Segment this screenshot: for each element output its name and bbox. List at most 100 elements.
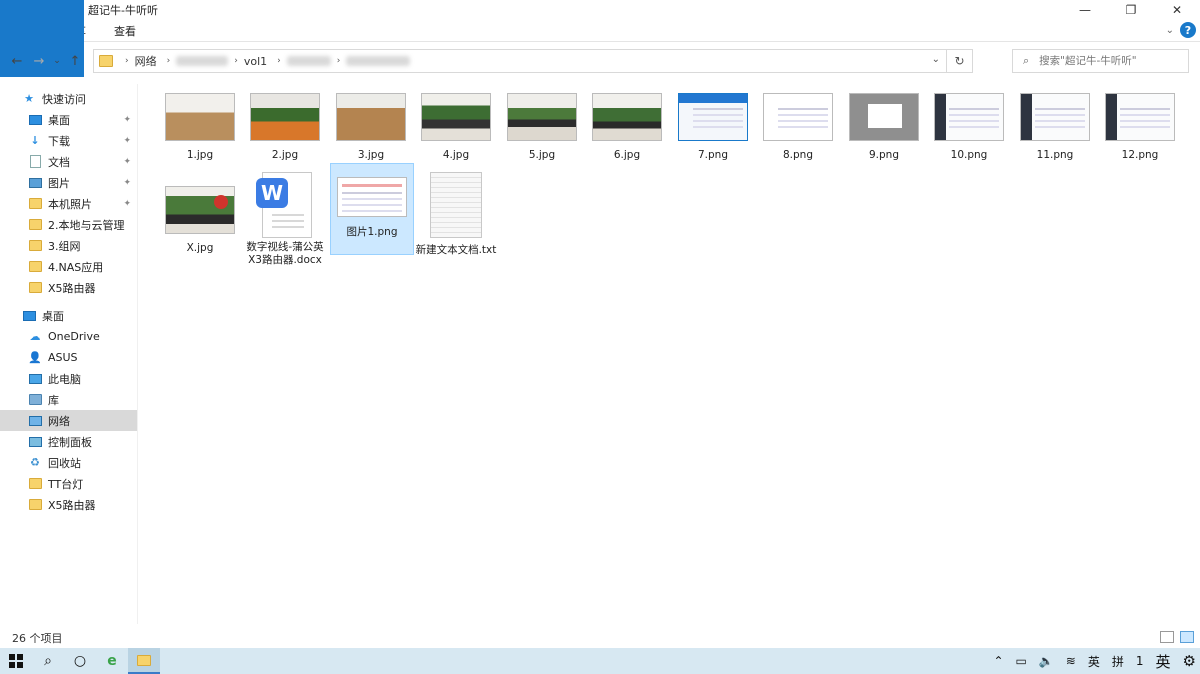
file-item[interactable]: 7.png [671, 88, 755, 180]
cortana-icon[interactable]: ○ [64, 648, 96, 674]
item-count: 26 个项目 [12, 632, 63, 645]
settings-gear-icon[interactable]: ⚙ [1183, 652, 1196, 670]
chevron-right-icon[interactable]: › [125, 56, 129, 66]
sidebar-item-x5-router-root[interactable]: X5路由器 [0, 494, 137, 515]
file-item[interactable]: 9.png [842, 88, 926, 180]
help-icon[interactable]: ? [1180, 22, 1196, 38]
windows-icon [9, 654, 23, 668]
sidebar-item-network[interactable]: 网络 [0, 410, 137, 431]
image-thumbnail [250, 93, 320, 141]
file-item[interactable]: 10.png [927, 88, 1011, 180]
file-item[interactable]: 2.jpg [243, 88, 327, 180]
sidebar-item-this-pc[interactable]: 此电脑 [0, 368, 137, 389]
sidebar-item-label: 控制面板 [48, 435, 92, 449]
image-thumbnail [336, 93, 406, 141]
chevron-right-icon[interactable]: › [234, 56, 238, 66]
file-item[interactable]: 1.jpg [158, 88, 242, 180]
network-icon [28, 414, 42, 428]
image-thumbnail [1020, 93, 1090, 141]
up-button[interactable]: ↑ [64, 50, 86, 72]
forward-button[interactable]: → [28, 50, 50, 72]
expand-ribbon-icon[interactable]: ⌄ [1166, 25, 1174, 36]
battery-icon[interactable]: ▭ [1016, 654, 1027, 668]
file-item[interactable]: 12.png [1098, 88, 1182, 180]
large-icons-view-icon[interactable] [1180, 631, 1194, 643]
chevron-up-icon[interactable]: ⌃ [993, 654, 1003, 668]
word-document-icon: W [256, 172, 314, 238]
search-icon: ⌕ [1023, 54, 1030, 67]
sidebar-item-networking[interactable]: 3.组网 [0, 235, 137, 256]
file-item[interactable]: 11.png [1013, 88, 1097, 180]
image-thumbnail [763, 93, 833, 141]
sidebar-item-documents[interactable]: 文档 ✦ [0, 151, 137, 172]
file-name: 7.png [697, 149, 728, 161]
details-view-icon[interactable] [1160, 631, 1174, 643]
sidebar-item-label: 本机照片 [48, 197, 92, 211]
refresh-button[interactable]: ↻ [946, 50, 972, 72]
file-name: 2.jpg [271, 149, 299, 161]
back-button[interactable]: ← [6, 50, 28, 72]
sidebar-item-onedrive[interactable]: ☁ OneDrive [0, 326, 137, 347]
search-box: ⌕ [1012, 49, 1189, 73]
start-button[interactable] [0, 648, 32, 674]
file-item[interactable]: 4.jpg [414, 88, 498, 180]
search-icon[interactable]: ⌕ [32, 648, 64, 674]
sidebar-item-x5-router[interactable]: X5路由器 [0, 277, 137, 298]
sidebar-item-desktop-root[interactable]: 桌面 [0, 305, 137, 326]
image-thumbnail [165, 93, 235, 141]
sidebar-item-quick-access[interactable]: ★ 快速访问 [0, 88, 137, 109]
file-item[interactable]: 5.jpg [500, 88, 584, 180]
chevron-right-icon[interactable]: › [277, 56, 281, 66]
breadcrumb-network[interactable]: 网络 [135, 53, 157, 69]
search-input[interactable] [1039, 55, 1170, 67]
folder-icon [99, 55, 113, 67]
browser-icon[interactable]: e [96, 648, 128, 674]
folder-icon [28, 281, 42, 295]
file-item[interactable]: 8.png [756, 88, 840, 180]
file-name: 10.png [950, 149, 988, 161]
file-item[interactable]: X.jpg [158, 181, 242, 273]
sidebar-item-label: 文档 [48, 155, 70, 169]
folder-icon [28, 239, 42, 253]
sidebar-item-downloads[interactable]: ↓ 下载 ✦ [0, 130, 137, 151]
sidebar-item-user[interactable]: 👤 ASUS [0, 347, 137, 368]
pin-icon: ✦ [123, 156, 131, 167]
file-item[interactable]: W 数字视线-蒲公英X3路由器.docx [243, 168, 327, 270]
chevron-right-icon[interactable]: › [167, 56, 171, 66]
sidebar-item-desktop[interactable]: 桌面 ✦ [0, 109, 137, 130]
tab-view[interactable]: 查看 [100, 20, 150, 42]
file-item[interactable]: 新建文本文档.txt [414, 168, 498, 270]
sidebar-item-libraries[interactable]: 库 [0, 389, 137, 410]
file-name: 图片1.png [346, 226, 398, 238]
address-bar[interactable]: › 网络 › › vol1 › › ⌄ ↻ [93, 49, 973, 73]
input-language[interactable]: 英 [1088, 653, 1100, 670]
minimize-button[interactable]: — [1062, 0, 1108, 20]
file-name: X.jpg [186, 242, 214, 254]
file-explorer-icon[interactable] [128, 648, 160, 674]
volume-icon[interactable]: 🔈 [1039, 654, 1054, 668]
sidebar-item-label: 桌面 [42, 309, 64, 323]
input-language-indicator[interactable]: 英 [1156, 651, 1171, 672]
sidebar-item-nas[interactable]: 4.NAS应用 [0, 256, 137, 277]
sidebar-item-pictures[interactable]: 图片 ✦ [0, 172, 137, 193]
sidebar-item-label: 3.组网 [48, 239, 81, 253]
breadcrumb-vol1[interactable]: vol1 [244, 55, 267, 68]
sidebar-item-tt-lamp[interactable]: TT台灯 [0, 473, 137, 494]
sidebar-item-control-panel[interactable]: 控制面板 [0, 431, 137, 452]
tray-number[interactable]: 1 [1136, 654, 1144, 668]
wifi-icon[interactable]: ≋ [1066, 654, 1076, 668]
star-icon: ★ [24, 92, 34, 105]
sidebar-item-label: 图片 [48, 176, 70, 190]
maximize-button[interactable]: ❐ [1108, 0, 1154, 20]
file-item-selected[interactable]: 图片1.png [330, 163, 414, 255]
chevron-right-icon[interactable]: › [337, 56, 341, 66]
address-dropdown-icon[interactable]: ⌄ [932, 54, 940, 65]
sidebar-item-recycle-bin[interactable]: ♻ 回收站 [0, 452, 137, 473]
file-item[interactable]: 6.jpg [585, 88, 669, 180]
recent-locations-icon[interactable]: ⌄ [50, 50, 64, 72]
ime-mode[interactable]: 拼 [1112, 653, 1124, 670]
cloud-icon: ☁ [29, 330, 41, 343]
sidebar-item-local-photos[interactable]: 本机照片 ✦ [0, 193, 137, 214]
close-button[interactable]: ✕ [1154, 0, 1200, 20]
sidebar-item-cloud-management[interactable]: 2.本地与云管理 [0, 214, 137, 235]
